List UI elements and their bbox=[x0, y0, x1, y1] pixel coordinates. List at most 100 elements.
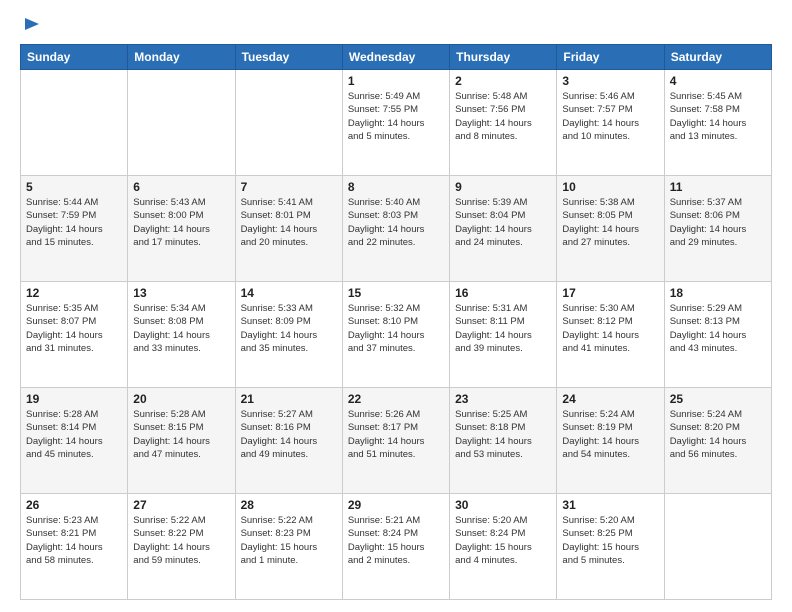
day-number: 30 bbox=[455, 498, 551, 512]
calendar-cell: 18Sunrise: 5:29 AM Sunset: 8:13 PM Dayli… bbox=[664, 282, 771, 388]
page: SundayMondayTuesdayWednesdayThursdayFrid… bbox=[0, 0, 792, 612]
day-of-week-header: Friday bbox=[557, 45, 664, 70]
calendar-week-row: 1 Sunrise: 5:49 AM Sunset: 7:55 PM Daylig… bbox=[21, 70, 772, 176]
day-info: Sunrise: 5:34 AM Sunset: 8:08 PM Dayligh… bbox=[133, 302, 229, 355]
calendar-cell: 25 Sunrise: 5:24 AM Sunset: 8:20 PM Dayli… bbox=[664, 388, 771, 494]
calendar-cell bbox=[664, 494, 771, 600]
calendar-cell: 14Sunrise: 5:33 AM Sunset: 8:09 PM Dayli… bbox=[235, 282, 342, 388]
day-number: 16 bbox=[455, 286, 551, 300]
day-number: 1 bbox=[348, 74, 444, 88]
day-number: 11 bbox=[670, 180, 766, 194]
calendar-cell: 3Sunrise: 5:46 AM Sunset: 7:57 PM Daylig… bbox=[557, 70, 664, 176]
calendar-cell: 6Sunrise: 5:43 AM Sunset: 8:00 PM Daylig… bbox=[128, 176, 235, 282]
calendar-week-row: 26 Sunrise: 5:23 AM Sunset: 8:21 PM Dayli… bbox=[21, 494, 772, 600]
day-info: Sunrise: 5:39 AM Sunset: 8:04 PM Dayligh… bbox=[455, 196, 551, 249]
day-info: Sunrise: 5:45 AM Sunset: 7:58 PM Dayligh… bbox=[670, 90, 766, 143]
calendar-cell: 13 Sunrise: 5:34 AM Sunset: 8:08 PM Dayli… bbox=[128, 282, 235, 388]
day-number: 12 bbox=[26, 286, 122, 300]
day-number: 8 bbox=[348, 180, 444, 194]
calendar-cell: 21 Sunrise: 5:27 AM Sunset: 8:16 PM Dayli… bbox=[235, 388, 342, 494]
day-info: Sunrise: 5:31 AM Sunset: 8:11 PM Dayligh… bbox=[455, 302, 551, 355]
day-info: Sunrise: 5:41 AM Sunset: 8:01 PM Dayligh… bbox=[241, 196, 337, 249]
day-info: Sunrise: 5:48 AM Sunset: 7:56 PM Dayligh… bbox=[455, 90, 551, 143]
day-info: Sunrise: 5:30 AM Sunset: 8:12 PM Dayligh… bbox=[562, 302, 658, 355]
calendar-cell: 11 Sunrise: 5:37 AM Sunset: 8:06 PM Dayli… bbox=[664, 176, 771, 282]
calendar-header-row: SundayMondayTuesdayWednesdayThursdayFrid… bbox=[21, 45, 772, 70]
day-info: Sunrise: 5:38 AM Sunset: 8:05 PM Dayligh… bbox=[562, 196, 658, 249]
day-of-week-header: Sunday bbox=[21, 45, 128, 70]
day-of-week-header: Saturday bbox=[664, 45, 771, 70]
day-info: Sunrise: 5:44 AM Sunset: 7:59 PM Dayligh… bbox=[26, 196, 122, 249]
day-info: Sunrise: 5:23 AM Sunset: 8:21 PM Dayligh… bbox=[26, 514, 122, 567]
day-of-week-header: Monday bbox=[128, 45, 235, 70]
calendar-cell: 4Sunrise: 5:45 AM Sunset: 7:58 PM Daylig… bbox=[664, 70, 771, 176]
day-info: Sunrise: 5:24 AM Sunset: 8:19 PM Dayligh… bbox=[562, 408, 658, 461]
day-info: Sunrise: 5:27 AM Sunset: 8:16 PM Dayligh… bbox=[241, 408, 337, 461]
calendar-week-row: 5 Sunrise: 5:44 AM Sunset: 7:59 PM Daylig… bbox=[21, 176, 772, 282]
calendar-cell bbox=[235, 70, 342, 176]
calendar-cell: 7 Sunrise: 5:41 AM Sunset: 8:01 PM Daylig… bbox=[235, 176, 342, 282]
day-number: 26 bbox=[26, 498, 122, 512]
calendar-cell: 24 Sunrise: 5:24 AM Sunset: 8:19 PM Dayli… bbox=[557, 388, 664, 494]
calendar-cell: 10 Sunrise: 5:38 AM Sunset: 8:05 PM Dayli… bbox=[557, 176, 664, 282]
day-info: Sunrise: 5:24 AM Sunset: 8:20 PM Dayligh… bbox=[670, 408, 766, 461]
day-info: Sunrise: 5:49 AM Sunset: 7:55 PM Dayligh… bbox=[348, 90, 444, 143]
day-number: 28 bbox=[241, 498, 337, 512]
calendar-cell: 9 Sunrise: 5:39 AM Sunset: 8:04 PM Daylig… bbox=[450, 176, 557, 282]
calendar-cell: 8 Sunrise: 5:40 AM Sunset: 8:03 PM Daylig… bbox=[342, 176, 449, 282]
day-info: Sunrise: 5:28 AM Sunset: 8:15 PM Dayligh… bbox=[133, 408, 229, 461]
day-number: 13 bbox=[133, 286, 229, 300]
calendar-cell: 29 Sunrise: 5:21 AM Sunset: 8:24 PM Dayli… bbox=[342, 494, 449, 600]
calendar-cell: 2Sunrise: 5:48 AM Sunset: 7:56 PM Daylig… bbox=[450, 70, 557, 176]
calendar-cell: 27 Sunrise: 5:22 AM Sunset: 8:22 PM Dayli… bbox=[128, 494, 235, 600]
calendar-cell: 28 Sunrise: 5:22 AM Sunset: 8:23 PM Dayli… bbox=[235, 494, 342, 600]
day-number: 20 bbox=[133, 392, 229, 406]
calendar-cell: 23 Sunrise: 5:25 AM Sunset: 8:18 PM Dayli… bbox=[450, 388, 557, 494]
calendar-table: SundayMondayTuesdayWednesdayThursdayFrid… bbox=[20, 44, 772, 600]
day-info: Sunrise: 5:33 AM Sunset: 8:09 PM Dayligh… bbox=[241, 302, 337, 355]
day-info: Sunrise: 5:46 AM Sunset: 7:57 PM Dayligh… bbox=[562, 90, 658, 143]
day-number: 17 bbox=[562, 286, 658, 300]
day-info: Sunrise: 5:32 AM Sunset: 8:10 PM Dayligh… bbox=[348, 302, 444, 355]
logo bbox=[20, 16, 41, 34]
day-number: 31 bbox=[562, 498, 658, 512]
day-number: 24 bbox=[562, 392, 658, 406]
calendar-cell: 26 Sunrise: 5:23 AM Sunset: 8:21 PM Dayli… bbox=[21, 494, 128, 600]
day-info: Sunrise: 5:40 AM Sunset: 8:03 PM Dayligh… bbox=[348, 196, 444, 249]
day-number: 23 bbox=[455, 392, 551, 406]
day-of-week-header: Wednesday bbox=[342, 45, 449, 70]
calendar-cell: 5 Sunrise: 5:44 AM Sunset: 7:59 PM Daylig… bbox=[21, 176, 128, 282]
day-number: 27 bbox=[133, 498, 229, 512]
header bbox=[20, 16, 772, 34]
day-number: 18 bbox=[670, 286, 766, 300]
day-info: Sunrise: 5:22 AM Sunset: 8:22 PM Dayligh… bbox=[133, 514, 229, 567]
calendar-cell bbox=[21, 70, 128, 176]
calendar-cell: 15 Sunrise: 5:32 AM Sunset: 8:10 PM Dayli… bbox=[342, 282, 449, 388]
calendar-cell: 31Sunrise: 5:20 AM Sunset: 8:25 PM Dayli… bbox=[557, 494, 664, 600]
day-number: 9 bbox=[455, 180, 551, 194]
calendar-cell: 1 Sunrise: 5:49 AM Sunset: 7:55 PM Daylig… bbox=[342, 70, 449, 176]
calendar-cell: 17 Sunrise: 5:30 AM Sunset: 8:12 PM Dayli… bbox=[557, 282, 664, 388]
day-number: 6 bbox=[133, 180, 229, 194]
day-info: Sunrise: 5:21 AM Sunset: 8:24 PM Dayligh… bbox=[348, 514, 444, 567]
day-info: Sunrise: 5:25 AM Sunset: 8:18 PM Dayligh… bbox=[455, 408, 551, 461]
day-info: Sunrise: 5:37 AM Sunset: 8:06 PM Dayligh… bbox=[670, 196, 766, 249]
day-number: 21 bbox=[241, 392, 337, 406]
day-number: 29 bbox=[348, 498, 444, 512]
day-number: 10 bbox=[562, 180, 658, 194]
calendar-cell: 20 Sunrise: 5:28 AM Sunset: 8:15 PM Dayli… bbox=[128, 388, 235, 494]
day-number: 5 bbox=[26, 180, 122, 194]
day-info: Sunrise: 5:22 AM Sunset: 8:23 PM Dayligh… bbox=[241, 514, 337, 567]
calendar-cell: 30 Sunrise: 5:20 AM Sunset: 8:24 PM Dayli… bbox=[450, 494, 557, 600]
logo-flag-icon bbox=[21, 16, 41, 36]
day-info: Sunrise: 5:26 AM Sunset: 8:17 PM Dayligh… bbox=[348, 408, 444, 461]
calendar-cell: 12Sunrise: 5:35 AM Sunset: 8:07 PM Dayli… bbox=[21, 282, 128, 388]
calendar-cell: 19Sunrise: 5:28 AM Sunset: 8:14 PM Dayli… bbox=[21, 388, 128, 494]
day-number: 15 bbox=[348, 286, 444, 300]
day-info: Sunrise: 5:20 AM Sunset: 8:24 PM Dayligh… bbox=[455, 514, 551, 567]
calendar-cell bbox=[128, 70, 235, 176]
day-number: 25 bbox=[670, 392, 766, 406]
day-of-week-header: Thursday bbox=[450, 45, 557, 70]
day-number: 7 bbox=[241, 180, 337, 194]
calendar-week-row: 12Sunrise: 5:35 AM Sunset: 8:07 PM Dayli… bbox=[21, 282, 772, 388]
